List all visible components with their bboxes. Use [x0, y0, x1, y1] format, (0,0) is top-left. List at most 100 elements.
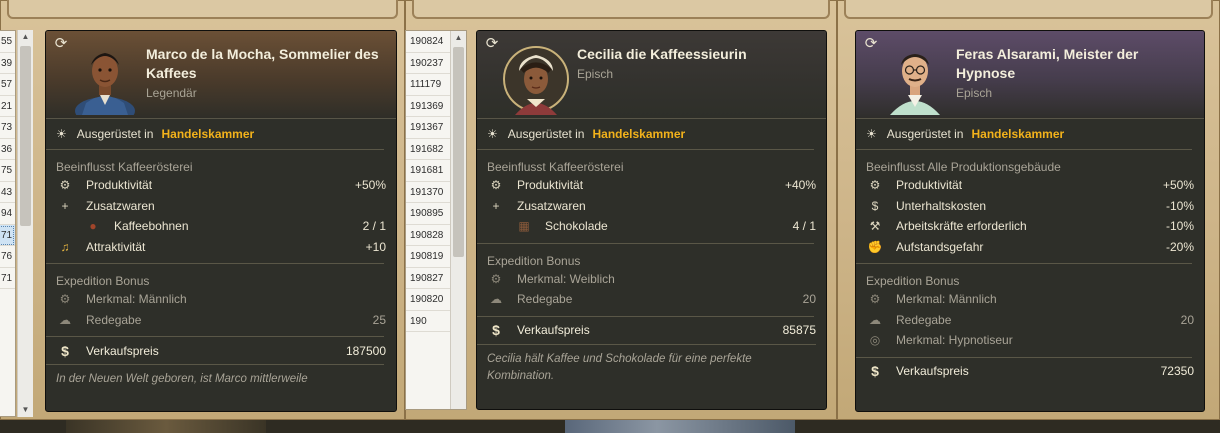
gear-icon: ⚙ — [59, 178, 71, 193]
list-item[interactable]: 71 — [0, 268, 15, 289]
stat-label: Schokolade — [545, 219, 608, 234]
scene-image — [565, 420, 795, 433]
gear-icon: ⚙ — [869, 178, 881, 193]
list-item[interactable]: 75 — [0, 160, 15, 182]
specialist-card-cecilia[interactable]: ⟳ Cecilia die Kaffeessieurin Episch ☀ Au… — [476, 30, 827, 410]
money-icon: $ — [871, 198, 879, 213]
stat-row: ⚙ Merkmal: Weiblich — [477, 269, 826, 290]
list-item[interactable]: 57 — [0, 74, 15, 96]
portrait-feras — [890, 54, 940, 115]
specialist-card-marco[interactable]: ⟳ Marco de la Mocha, Sommelier des Kaffe… — [45, 30, 397, 412]
portrait-marco — [75, 53, 135, 115]
list-item[interactable]: 43 — [0, 182, 15, 203]
stat-label: Zusatzwaren — [86, 198, 155, 213]
stat-row: ⚙ Produktivität +40% — [477, 175, 826, 196]
card-title: Cecilia die Kaffeessieurin Episch — [577, 45, 816, 84]
chocolate-icon: ▦ — [518, 219, 530, 234]
plus-icon: + — [492, 198, 500, 213]
stat-row: ⚙ Produktivität +50% — [46, 175, 396, 196]
trait-icon: ⚙ — [490, 271, 502, 286]
flavor-text: Cecilia hält Kaffee und Schokolade für e… — [477, 343, 816, 385]
game-scene-strip — [0, 420, 1220, 433]
tools-icon: ⚒ — [869, 219, 881, 234]
coffee-beans-icon: ● — [89, 219, 97, 234]
list-item[interactable]: 55 — [0, 31, 15, 53]
equipped-row: ☀ Ausgerüstet in Handelskammer — [477, 119, 814, 150]
scroll-thumb[interactable] — [453, 47, 464, 257]
scrollbar[interactable]: ▲ — [450, 31, 466, 409]
list-item[interactable]: 76 — [0, 246, 15, 268]
scroll-down-arrow[interactable]: ▼ — [18, 403, 33, 417]
equipped-row: ☀ Ausgerüstet in Handelskammer — [856, 119, 1192, 150]
price-label: Verkaufspreis — [896, 364, 969, 378]
stat-value: +40% — [784, 178, 816, 193]
card-title: Marco de la Mocha, Sommelier des Kaffees… — [146, 45, 386, 103]
stat-value: 2 / 1 — [362, 219, 386, 234]
price-value: 187500 — [345, 343, 386, 358]
stat-value: +10 — [365, 239, 386, 254]
money-icon: $ — [871, 363, 879, 379]
card-title-text: Cecilia die Kaffeessieurin — [577, 46, 747, 62]
scroll-up-arrow[interactable]: ▲ — [18, 30, 33, 44]
plus-icon: + — [61, 198, 69, 213]
equipped-building[interactable]: Handelskammer — [592, 127, 685, 141]
scroll-thumb[interactable] — [20, 46, 31, 226]
equipped-label: Ausgerüstet in — [886, 127, 964, 141]
list-item[interactable]: 21 — [0, 96, 15, 117]
stat-row: ● Kaffeebohnen 2 / 1 — [46, 216, 396, 237]
stat-label: Merkmal: Hypnotiseur — [896, 333, 1013, 348]
list-item[interactable]: 73 — [0, 117, 15, 139]
stat-row: $ Unterhaltskosten -10% — [856, 196, 1204, 217]
stat-value: -20% — [1165, 239, 1194, 254]
sun-icon: ☀ — [866, 127, 877, 141]
specialist-card-feras[interactable]: ⟳ Feras Alsarami, Meister der Hypnose Ep… — [855, 30, 1205, 412]
scroll-up-arrow[interactable]: ▲ — [451, 31, 466, 45]
list-item[interactable]: 39 — [0, 53, 15, 74]
equipped-row: ☀ Ausgerüstet in Handelskammer — [46, 119, 384, 150]
card-title: Feras Alsarami, Meister der Hypnose Epis… — [956, 45, 1194, 103]
rarity-label: Episch — [577, 67, 614, 81]
stat-row: ☁ Redegabe 25 — [46, 310, 396, 331]
influence-header: Beeinflusst Kaffeerösterei — [487, 160, 624, 174]
refresh-icon[interactable]: ⟳ — [484, 36, 500, 52]
price-row: $ Verkaufspreis 72350 — [856, 358, 1204, 385]
speech-icon: ☁ — [490, 292, 502, 307]
refresh-icon[interactable]: ⟳ — [863, 36, 879, 52]
influence-header: Beeinflusst Alle Produktionsgebäude — [866, 160, 1061, 174]
trait-icon: ⚙ — [869, 292, 881, 307]
stat-label: Produktivität — [86, 178, 153, 193]
refresh-icon[interactable]: ⟳ — [53, 36, 69, 52]
stat-label: Redegabe — [86, 312, 142, 327]
stat-row: ⚒ Arbeitskräfte erforderlich -10% — [856, 216, 1204, 237]
stat-value: 20 — [802, 292, 816, 307]
scene-image-left — [66, 420, 266, 433]
stat-label: Redegabe — [896, 312, 952, 327]
price-value: 72350 — [1160, 364, 1194, 378]
expedition-header: Expedition Bonus — [487, 253, 581, 268]
list-item[interactable]: 71 — [0, 224, 15, 246]
stat-label: Redegabe — [517, 292, 573, 307]
stat-label: Produktivität — [517, 178, 584, 193]
list-item[interactable]: 36 — [0, 139, 15, 160]
stat-label: Unterhaltskosten — [896, 198, 987, 213]
spiral-icon: ◎ — [869, 333, 881, 348]
stat-value: 4 / 1 — [792, 219, 816, 234]
id-list-middle[interactable]: 190824 190237 111179 191369 191367 191682 1916… — [405, 30, 467, 410]
stat-row: + Zusatzwaren — [477, 196, 826, 217]
stat-value: -10% — [1165, 219, 1194, 234]
stat-label: Produktivität — [896, 178, 963, 193]
stat-value: 20 — [1180, 312, 1194, 327]
list-item[interactable]: 94 — [0, 203, 15, 225]
equipped-building[interactable]: Handelskammer — [971, 127, 1064, 141]
stat-label: Merkmal: Männlich — [896, 292, 997, 307]
scrollbar-left-list[interactable]: ▲ ▼ — [17, 30, 33, 417]
stat-row: ♫ Attraktivität +10 — [46, 237, 396, 258]
card-header: ⟳ Feras Alsarami, Meister der Hypnose Ep… — [856, 31, 1204, 119]
trait-icon: ⚙ — [59, 292, 71, 307]
stat-label: Aufstandsgefahr — [896, 239, 984, 254]
equipped-building[interactable]: Handelskammer — [161, 127, 254, 141]
price-value: 85875 — [782, 323, 816, 337]
panel-topbar — [844, 0, 1213, 19]
id-list-left[interactable]: 55 39 57 21 73 36 75 43 94 71 76 71 — [0, 30, 16, 417]
card-header: ⟳ Cecilia die Kaffeessieurin Episch — [477, 31, 826, 119]
